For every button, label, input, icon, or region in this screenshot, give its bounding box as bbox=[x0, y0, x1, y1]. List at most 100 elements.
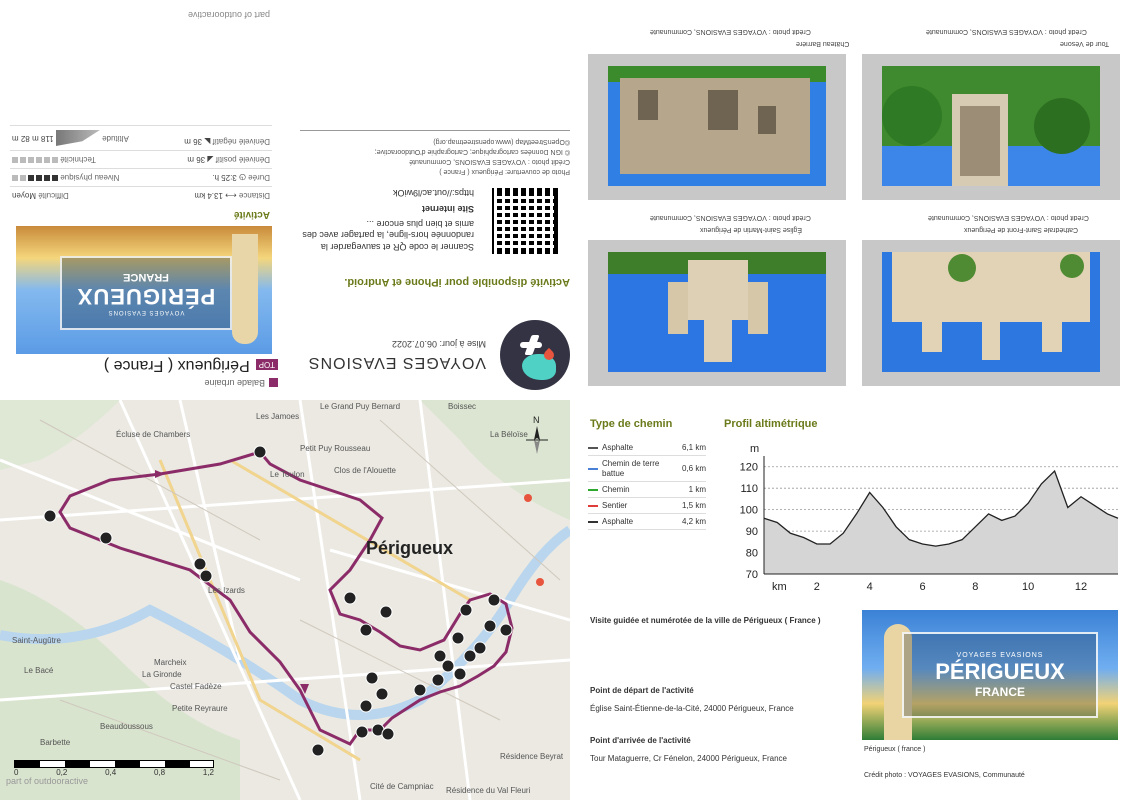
photo-credit: Crédit photo : VOYAGES EVASIONS, Communa… bbox=[650, 28, 811, 35]
path-types-title: Type de chemin bbox=[590, 418, 673, 430]
credit-line: Crédit photo : VOYAGES EVASIONS, Communa… bbox=[409, 157, 570, 165]
photo-title: Château Barrière bbox=[796, 40, 850, 47]
photo-title: Tour de Vésone bbox=[1060, 40, 1110, 47]
map-city-label: Périgueux bbox=[366, 538, 454, 558]
north-arrow-icon: N bbox=[526, 415, 548, 454]
stat-label: Distance bbox=[238, 191, 270, 200]
scale-label: 0,8 bbox=[153, 768, 166, 777]
end-label: Point d'arrivée de l'activité bbox=[590, 736, 691, 745]
y-tick-label: 90 bbox=[746, 526, 758, 538]
stats-table: Distance ⟷ 13.4 km Difficulté Moyen Durée… bbox=[10, 125, 272, 204]
map-place-label: Le Bacé bbox=[24, 666, 54, 675]
title-box: Balade urbaine TOP Périgueux ( France ) bbox=[10, 356, 278, 388]
map-place-label: Petit Puy Rousseau bbox=[300, 444, 371, 453]
map-place-label: Marcheix bbox=[154, 658, 187, 667]
legend-name: Chemin bbox=[602, 485, 630, 495]
scale-label: 0,4 bbox=[105, 768, 117, 777]
legend-swatch bbox=[588, 446, 598, 449]
map-place-label: Clos de l'Alouette bbox=[334, 466, 397, 475]
legend-swatch bbox=[588, 488, 598, 491]
activity-heading: Activité bbox=[233, 209, 270, 220]
photo-card[interactable] bbox=[588, 54, 846, 200]
y-tick-label: 110 bbox=[740, 483, 758, 495]
qr-code[interactable] bbox=[492, 188, 558, 254]
map-scale-bar bbox=[14, 760, 214, 768]
x-tick-label: 2 bbox=[814, 581, 820, 593]
photo-cathedrale-saint-front bbox=[882, 252, 1100, 372]
map-watermark: part of outdooractive bbox=[6, 776, 89, 786]
y-unit-label: m bbox=[750, 443, 759, 455]
site-url-link[interactable]: https://out.ac/l9wiOk bbox=[393, 188, 474, 198]
map-place-label: Cité de Campniac bbox=[370, 782, 434, 791]
map-place-label: Petite Reyraure bbox=[172, 704, 228, 713]
stat-value: 82 m bbox=[12, 133, 30, 143]
legend-length: 0,6 km bbox=[681, 464, 706, 474]
elevation-area bbox=[764, 471, 1118, 574]
route-description: Visite guidée et numérotée de la ville d… bbox=[590, 616, 821, 625]
scale-label: 1,2 bbox=[202, 768, 214, 777]
map-place-label: Barbette bbox=[40, 738, 71, 747]
y-tick-label: 70 bbox=[746, 569, 758, 581]
start-label: Point de départ de l'activité bbox=[590, 686, 694, 695]
map-place-label: Boissec bbox=[448, 402, 477, 411]
credit-line: © IGN Données cartographique; Cartograph… bbox=[374, 147, 570, 155]
photo-chateau-barriere bbox=[608, 66, 826, 186]
photo-card[interactable] bbox=[862, 240, 1120, 386]
technique-level-dots bbox=[12, 157, 58, 163]
cover-big-text: PÉRIGUEUX bbox=[76, 284, 216, 309]
credit-line: ©OpenStreetMap (www.openstreetmap.org) bbox=[433, 137, 570, 145]
altitude-graph-icon bbox=[56, 130, 100, 146]
stat-value: 36 m bbox=[187, 155, 206, 164]
stat-label: Altitude bbox=[102, 133, 129, 143]
x-unit-label: km bbox=[772, 581, 787, 593]
route-map[interactable]: Périgueux Le Grand Puy Bernard Les Jamoe… bbox=[0, 400, 570, 800]
stat-value: 13.4 km bbox=[194, 191, 223, 200]
map-place-label: Le Grand Puy Bernard bbox=[320, 402, 401, 411]
stat-label: Durée bbox=[248, 173, 270, 182]
legend-swatch bbox=[588, 504, 598, 507]
legend-length: 4,2 km bbox=[681, 517, 706, 527]
x-tick-label: 6 bbox=[919, 581, 925, 593]
map-place-label: Écluse de Chambers bbox=[116, 430, 191, 439]
map-place-label: Résidence du Val Fleuri bbox=[446, 786, 531, 795]
legend-row: Asphalte 6,1 km bbox=[588, 440, 706, 456]
stat-label: Technicité bbox=[60, 155, 96, 164]
map-place-label: Les Jamoes bbox=[256, 412, 300, 421]
y-tick-label: 120 bbox=[740, 462, 758, 474]
bottom-image-credit: Crédit photo : VOYAGES EVASIONS, Communa… bbox=[864, 772, 1025, 779]
photo-credit: Crédit photo : VOYAGES EVASIONS, Communa… bbox=[926, 28, 1087, 35]
activity-type: Balade urbaine bbox=[204, 378, 265, 388]
bottom-cover-big-text: PÉRIGUEUX bbox=[935, 658, 1065, 684]
bottom-cover-small-text: FRANCE bbox=[975, 684, 1025, 699]
cover-image: VOYAGES EVASIONS PÉRIGUEUX FRANCE bbox=[16, 226, 272, 354]
physical-level-dots bbox=[12, 175, 58, 181]
stat-value: Moyen bbox=[12, 191, 37, 200]
legend-name: Asphalte bbox=[602, 517, 634, 527]
x-tick-label: 4 bbox=[867, 581, 873, 593]
legend-swatch bbox=[588, 520, 598, 523]
qr-text: Scanner le code QR et sauvegarder la ran… bbox=[302, 218, 474, 252]
photo-eglise-saint-martin bbox=[608, 252, 826, 372]
top-badge: TOP bbox=[255, 359, 278, 371]
brand-row: VOYAGES EVASIONS Mise à jour: 06.07.2022 bbox=[308, 320, 570, 390]
outdoor-footer: part of outdooractive bbox=[187, 10, 270, 20]
app-availability: Activité disponible pour iPhone et Andro… bbox=[344, 276, 570, 288]
photo-card[interactable] bbox=[588, 240, 846, 386]
cover-small-text: FRANCE bbox=[123, 271, 169, 283]
photo-card[interactable] bbox=[862, 54, 1120, 200]
brand-logo-icon bbox=[500, 320, 570, 390]
brand-name: VOYAGES EVASIONS bbox=[307, 354, 486, 371]
stat-value: 36 m bbox=[184, 137, 203, 146]
credits: Photo de couverture: Périgueux ( France … bbox=[300, 130, 570, 176]
svg-text:N: N bbox=[533, 415, 540, 425]
stat-label: Dénivelé négatif bbox=[212, 137, 270, 146]
photo-title: Cathédrale Saint-Front de Périgueux bbox=[964, 226, 1079, 233]
map-place-label: Castel Fadèze bbox=[170, 682, 222, 691]
map-place-label: Beaudoussous bbox=[100, 722, 153, 731]
legend-name: Chemin de terre battue bbox=[602, 459, 660, 478]
legend-swatch bbox=[588, 467, 598, 470]
elevation-profile-chart: m 70 80 90 100 110 120 km 2 4 6 8 10 12 bbox=[740, 443, 1119, 593]
x-tick-label: 8 bbox=[972, 581, 978, 593]
end-address: Tour Mataguerre, Cr Fénelon, 24000 Périg… bbox=[590, 754, 787, 763]
bottom-cover-top-text: VOYAGES EVASIONS bbox=[956, 651, 1044, 659]
